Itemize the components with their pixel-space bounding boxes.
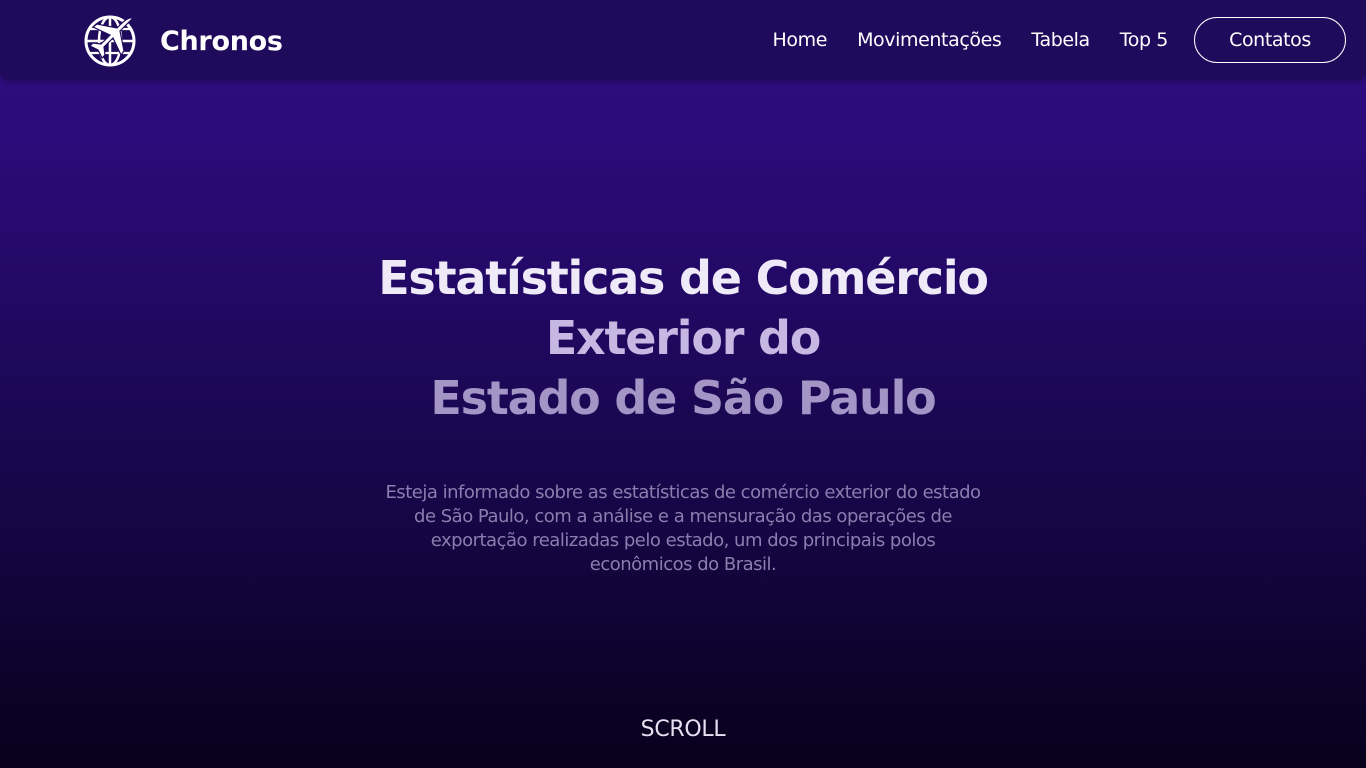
brand[interactable]: Chronos bbox=[83, 14, 283, 68]
scroll-indicator[interactable]: SCROLL bbox=[583, 717, 783, 742]
nav-link-tabela[interactable]: Tabela bbox=[1031, 29, 1090, 51]
hero-title-line-3: Estado de São Paulo bbox=[430, 371, 936, 425]
brand-name: Chronos bbox=[160, 25, 283, 57]
contatos-button[interactable]: Contatos bbox=[1194, 17, 1346, 63]
main-nav: Home Movimentações Tabela Top 5 Contatos bbox=[773, 16, 1346, 64]
globe-airplane-icon bbox=[84, 15, 136, 67]
nav-link-top5[interactable]: Top 5 bbox=[1120, 29, 1169, 51]
hero-description: Esteja informado sobre as estatísticas d… bbox=[385, 482, 981, 575]
nav-link-movimentacoes[interactable]: Movimentações bbox=[857, 29, 1002, 51]
hero-title-line-2: Exterior do bbox=[545, 311, 822, 365]
hero-title-line-1: Estatísticas de Comércio bbox=[378, 251, 989, 305]
nav-link-home[interactable]: Home bbox=[773, 29, 828, 51]
navbar: Chronos Home Movimentações Tabela Top 5 … bbox=[0, 0, 1366, 80]
hero-title: Estatísticas de Comércio Exterior do Est… bbox=[233, 248, 1133, 428]
